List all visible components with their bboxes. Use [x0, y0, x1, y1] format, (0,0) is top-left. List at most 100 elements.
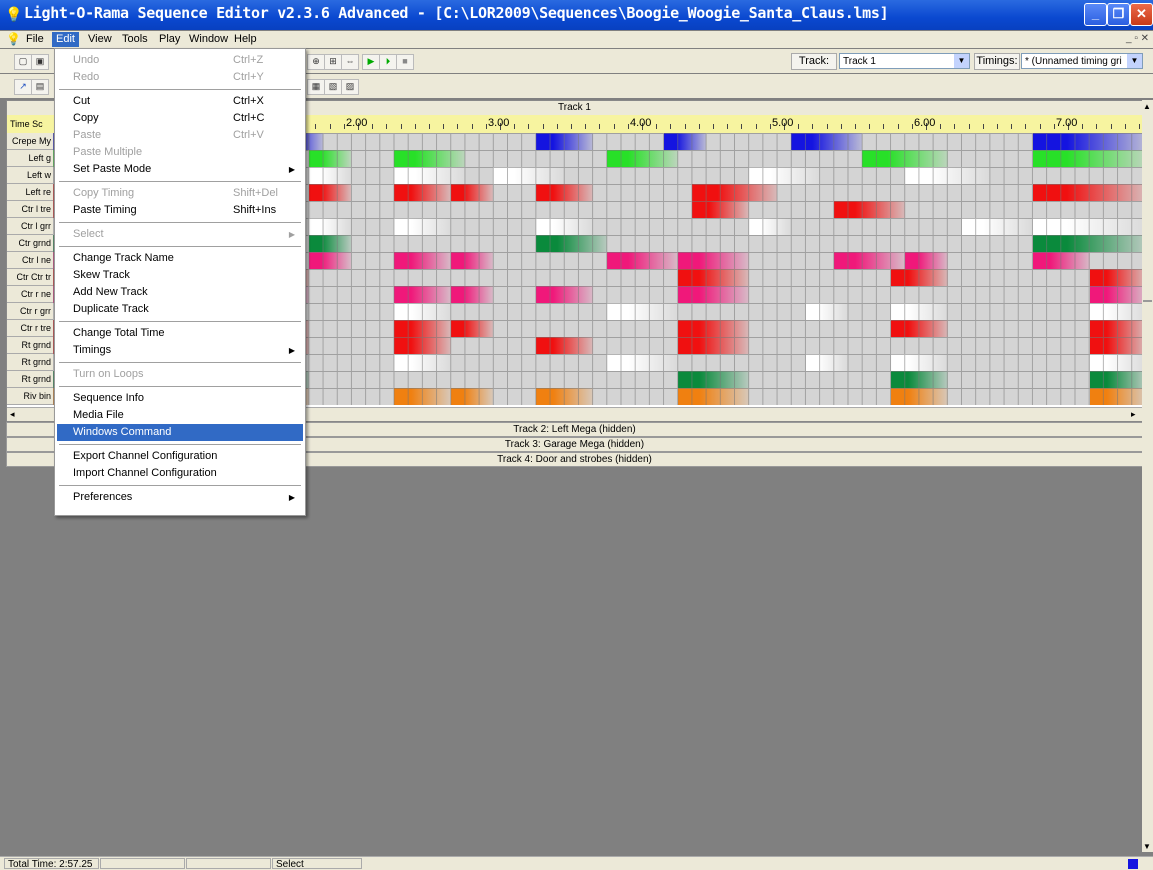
status-cell-3	[186, 858, 271, 869]
stop-icon[interactable]: ■	[396, 54, 414, 70]
submenu-arrow-icon: ▶	[288, 346, 295, 355]
menu-tools[interactable]: Tools	[118, 32, 152, 47]
time-tick	[897, 124, 899, 129]
channel-label[interactable]: Ctr r grr	[7, 303, 53, 320]
channel-label[interactable]: Left re	[7, 184, 53, 201]
menu-item-windows-command[interactable]: Windows Command	[57, 424, 303, 441]
menu-item-turn-on-loops[interactable]: Turn on Loops	[57, 366, 303, 383]
play-icon[interactable]: ▶	[362, 54, 380, 70]
menu-item-preferences[interactable]: Preferences ▶	[57, 489, 303, 506]
channel-label[interactable]: Rt grnd	[7, 371, 53, 388]
menu-item-undo[interactable]: Undo Ctrl+Z	[57, 52, 303, 69]
menu-separator	[59, 181, 301, 182]
channel-label[interactable]: Ctr r ne	[7, 286, 53, 303]
time-tick-label: 6.00	[914, 117, 936, 129]
channel-label[interactable]: Ctr grnd	[7, 235, 53, 252]
zoom-icon[interactable]: ⊕	[307, 54, 325, 70]
expand-icon[interactable]: ⇔	[341, 54, 359, 70]
menu-item-label: Undo	[73, 54, 100, 66]
menu-item-sequence-info[interactable]: Sequence Info	[57, 390, 303, 407]
channel-label[interactable]: Ctr l ne	[7, 252, 53, 269]
mdi-controls-icon[interactable]: _ ▫ ✕	[1126, 33, 1149, 44]
tool-icon-4[interactable]: ▨	[341, 79, 359, 95]
time-tick	[1124, 124, 1126, 129]
status-bar: Total Time: 2:57.25 Select	[0, 856, 1153, 870]
menu-item-copy[interactable]: Copy Ctrl+C	[57, 110, 303, 127]
time-tick	[585, 124, 587, 129]
time-tick-label: 4.00	[630, 117, 652, 129]
vertical-scrollbar[interactable]: ▲ ▼	[1142, 100, 1153, 852]
menu-item-paste-timing[interactable]: Paste Timing Shift+Ins	[57, 202, 303, 219]
menu-item-media-file[interactable]: Media File	[57, 407, 303, 424]
scroll-thumb[interactable]	[1143, 300, 1152, 302]
menu-file[interactable]: File	[22, 32, 48, 47]
time-tick	[1096, 124, 1098, 129]
time-tick	[855, 124, 856, 129]
time-tick-label: 5.00	[772, 117, 794, 129]
menu-separator	[59, 362, 301, 363]
scroll-up-icon[interactable]: ▲	[1143, 102, 1151, 111]
channel-label[interactable]: Ctr Ctr tr	[7, 269, 53, 286]
menu-item-import-channel-configuration[interactable]: Import Channel Configuration	[57, 465, 303, 482]
timings-select-value: * (Unnamed timing gri	[1025, 56, 1122, 67]
fit-icon[interactable]: ⊞	[324, 54, 342, 70]
channel-label[interactable]: Rt grnd	[7, 354, 53, 371]
channel-label[interactable]: Ctr r tre	[7, 320, 53, 337]
time-scale-label: Time Sc	[7, 115, 53, 133]
menu-item-cut[interactable]: Cut Ctrl+X	[57, 93, 303, 110]
menu-item-timings[interactable]: Timings ▶	[57, 342, 303, 359]
menu-item-change-total-time[interactable]: Change Total Time	[57, 325, 303, 342]
play-from-icon[interactable]: ⏵	[379, 54, 397, 70]
scroll-right-icon[interactable]: ▸	[1131, 409, 1136, 420]
menu-item-export-channel-configuration[interactable]: Export Channel Configuration	[57, 448, 303, 465]
menu-item-duplicate-track[interactable]: Duplicate Track	[57, 301, 303, 318]
menu-item-select[interactable]: Select ▶	[57, 226, 303, 243]
time-tick	[968, 124, 970, 129]
channel-label[interactable]: Left w	[7, 167, 53, 184]
tool-icon-3[interactable]: ▧	[324, 79, 342, 95]
open-icon[interactable]: ▣	[31, 54, 49, 70]
menu-item-set-paste-mode[interactable]: Set Paste Mode ▶	[57, 161, 303, 178]
maximize-button[interactable]: ❐	[1107, 3, 1130, 26]
menu-view[interactable]: View	[84, 32, 116, 47]
time-tick	[769, 124, 771, 129]
menu-help[interactable]: Help	[230, 32, 261, 47]
scroll-down-icon[interactable]: ▼	[1143, 842, 1151, 851]
menu-item-change-track-name[interactable]: Change Track Name	[57, 250, 303, 267]
doc-icon[interactable]: 💡	[6, 32, 21, 46]
tool-icon[interactable]: ▤	[31, 79, 49, 95]
menu-play[interactable]: Play	[155, 32, 184, 47]
tool-icon-2[interactable]: ▦	[307, 79, 325, 95]
channel-label[interactable]: Ctr l grr	[7, 218, 53, 235]
chevron-down-icon[interactable]: ▼	[1127, 54, 1142, 68]
time-tick	[656, 124, 658, 129]
scroll-left-icon[interactable]: ◂	[10, 409, 15, 420]
menu-edit[interactable]: Edit	[52, 32, 79, 47]
menu-item-paste[interactable]: Paste Ctrl+V	[57, 127, 303, 144]
title-bar: 💡 Light-O-Rama Sequence Editor v2.3.6 Ad…	[0, 0, 1153, 30]
menu-item-copy-timing[interactable]: Copy Timing Shift+Del	[57, 185, 303, 202]
select-arrow-icon[interactable]: ↗	[14, 79, 32, 95]
menu-item-label: Cut	[73, 95, 91, 107]
menu-window[interactable]: Window	[185, 32, 232, 47]
new-icon[interactable]: ▢	[14, 54, 32, 70]
channel-label[interactable]: Riv bin	[7, 388, 53, 405]
menu-item-redo[interactable]: Redo Ctrl+Y	[57, 69, 303, 86]
status-mode: Select	[272, 858, 362, 870]
menu-separator	[59, 246, 301, 247]
menu-item-add-new-track[interactable]: Add New Track	[57, 284, 303, 301]
timings-select[interactable]: * (Unnamed timing gri ▼	[1021, 53, 1143, 69]
channel-label[interactable]: Ctr l tre	[7, 201, 53, 218]
chevron-down-icon[interactable]: ▼	[954, 54, 969, 68]
time-tick	[1110, 124, 1112, 129]
channel-label[interactable]: Rt grnd	[7, 337, 53, 354]
time-tick	[613, 124, 615, 129]
channel-label[interactable]: Crepe My	[7, 133, 53, 150]
menu-item-skew-track[interactable]: Skew Track	[57, 267, 303, 284]
minimize-button[interactable]: _	[1084, 3, 1107, 26]
close-button[interactable]: ✕	[1130, 3, 1153, 26]
menu-item-paste-multiple[interactable]: Paste Multiple	[57, 144, 303, 161]
channel-label[interactable]: Left g	[7, 150, 53, 167]
track-select[interactable]: Track 1 ▼	[839, 53, 970, 69]
menu-separator	[59, 321, 301, 322]
